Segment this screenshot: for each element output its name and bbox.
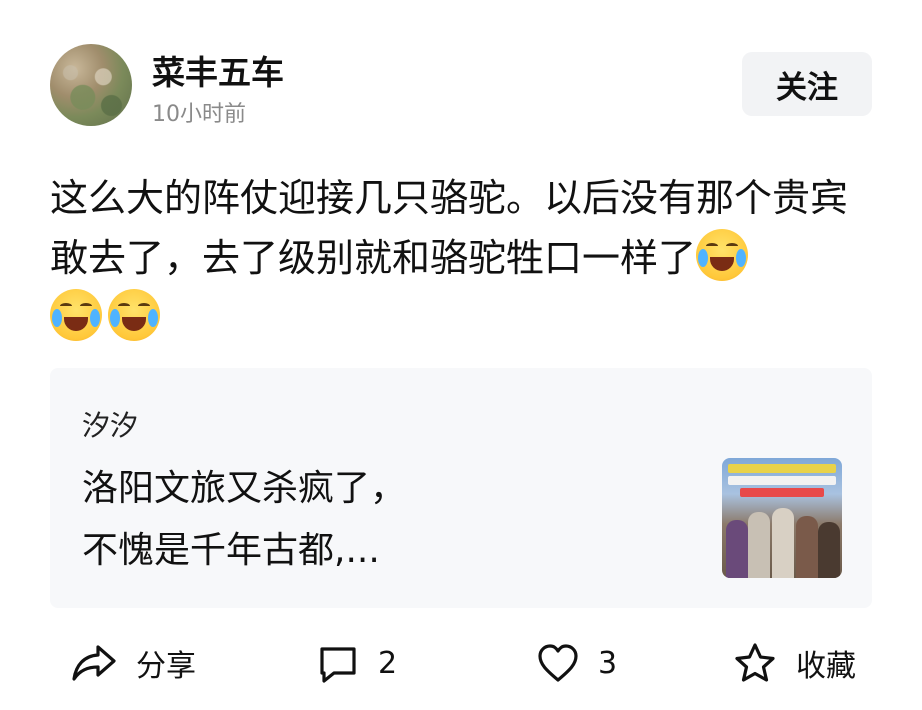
share-label: 分享 — [136, 649, 196, 684]
comment-button[interactable]: 2 — [316, 630, 397, 696]
like-button[interactable]: 3 — [536, 630, 617, 696]
quoted-text-line-1: 洛阳文旅又杀疯了， — [82, 468, 407, 509]
post-body: 这么大的阵仗迎接几只骆驼。以后没有那个贵宾敢去了，去了级别就和骆驼牲口一样了 — [50, 168, 870, 348]
quoted-author: 汐汐 — [82, 409, 139, 442]
quoted-thumbnail[interactable] — [722, 458, 842, 578]
quoted-text-line-2: 不愧是千年古都,... — [82, 530, 380, 571]
share-button[interactable]: 分享 — [70, 630, 196, 696]
like-count: 3 — [598, 645, 618, 681]
thumbnail-figure — [818, 522, 840, 578]
favorite-label: 收藏 — [796, 649, 856, 684]
avatar[interactable] — [50, 44, 132, 126]
laugh-cry-emoji-icon — [108, 289, 160, 341]
author-name[interactable]: 菜丰五车 — [152, 46, 284, 94]
thumbnail-figure — [748, 512, 770, 578]
laugh-cry-emoji-icon — [696, 229, 749, 281]
thumbnail-figure — [726, 520, 748, 578]
action-bar: 分享 2 3 收藏 — [0, 630, 922, 696]
comment-icon — [320, 647, 356, 683]
follow-button[interactable]: 关注 — [742, 52, 872, 116]
comment-count: 2 — [378, 645, 398, 681]
quoted-text: 洛阳文旅又杀疯了， 不愧是千年古都,... — [82, 458, 406, 582]
thumbnail-banner — [728, 476, 836, 485]
favorite-button[interactable]: 收藏 — [732, 630, 856, 696]
thumbnail-figure — [772, 508, 794, 578]
laugh-cry-emoji-icon — [50, 289, 102, 341]
heart-icon — [538, 644, 578, 682]
thumbnail-figure — [796, 516, 818, 578]
post-timestamp: 10小时前 — [152, 102, 246, 127]
star-icon — [735, 643, 775, 682]
thumbnail-banner — [728, 464, 836, 473]
thumbnail-banner — [740, 488, 824, 497]
share-icon — [72, 645, 116, 681]
quoted-post-card[interactable]: 汐汐 洛阳文旅又杀疯了， 不愧是千年古都,... — [50, 368, 872, 608]
